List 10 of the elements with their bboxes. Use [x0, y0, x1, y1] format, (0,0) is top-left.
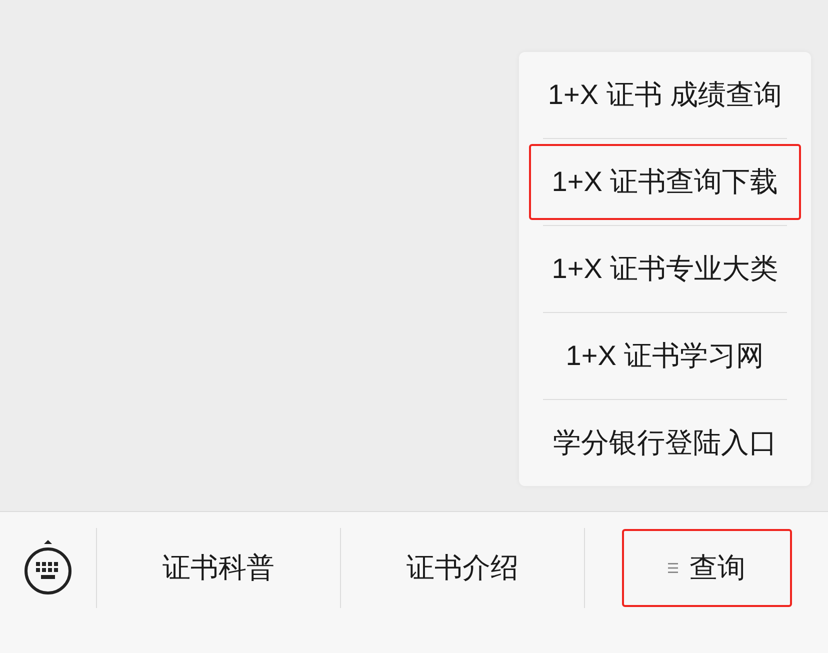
menu-tab[interactable]: 证书科普 — [116, 528, 320, 606]
menu-item[interactable]: 1+X 证书 成绩查询 — [529, 57, 801, 133]
menu-item[interactable]: 学分银行登陆入口 — [529, 405, 801, 481]
submenu-icon — [668, 562, 678, 574]
menu-item[interactable]: 1+X 证书学习网 — [529, 318, 801, 394]
keyboard-icon[interactable] — [23, 540, 73, 596]
menu-item[interactable]: 1+X 证书专业大类 — [529, 231, 801, 307]
menu-tab[interactable]: 查询 — [622, 528, 792, 606]
menu-tab[interactable]: 证书介绍 — [360, 528, 564, 606]
menu-item[interactable]: 1+X 证书查询下载 — [529, 144, 801, 220]
